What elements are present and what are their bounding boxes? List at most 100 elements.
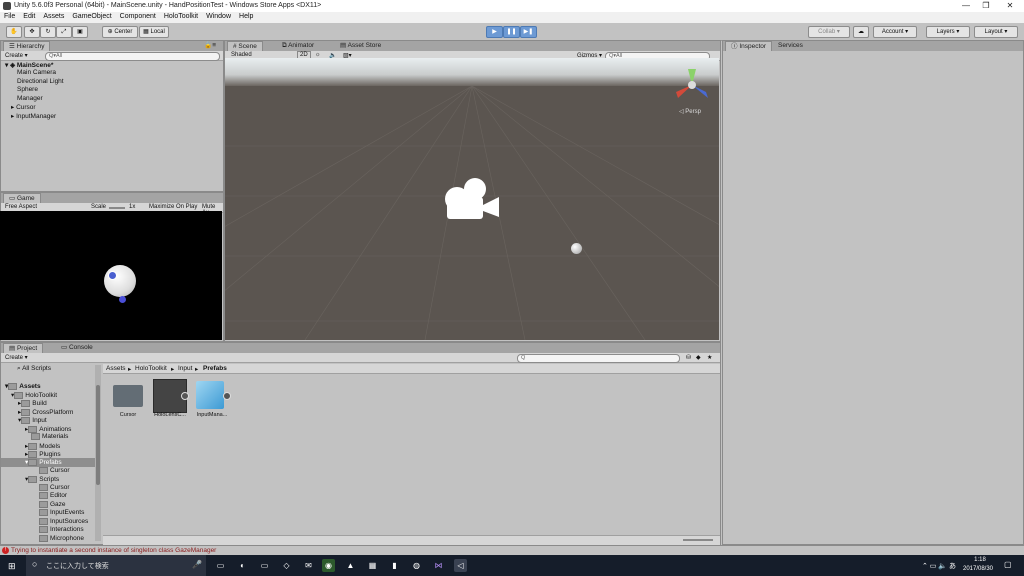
maximize-on-play-toggle[interactable]: Maximize On Play [149, 204, 197, 210]
panel-menu-icon[interactable]: 🔒≡ [199, 41, 221, 51]
tree-holotoolkit[interactable]: ▾ HoloToolkit [11, 391, 57, 399]
app-icon-2[interactable]: ◍ [410, 559, 423, 572]
collab-button[interactable]: Collab ▾ [808, 26, 850, 38]
camera-gizmo-icon[interactable] [441, 177, 503, 223]
taskbar-date[interactable]: 2017/08/30 [958, 566, 998, 572]
edge-browser-icon[interactable]: ◐ [236, 559, 249, 572]
tray-icons[interactable]: ⌃ ▭ 🔈 あ [922, 561, 956, 571]
favorite-all-scripts[interactable]: ⌕ All Scripts [17, 365, 51, 373]
asset-inputmanager[interactable]: InputMana... [193, 379, 231, 421]
tab-animator[interactable]: ⧉ Animator [277, 41, 319, 51]
scene-viewport[interactable]: ◁ Persp [225, 58, 719, 340]
menu-file[interactable]: File [0, 12, 19, 20]
tab-asset-store[interactable]: ▤ Asset Store [335, 41, 386, 51]
hierarchy-item-directional-light[interactable]: Directional Light [17, 78, 64, 85]
scene-root-item[interactable]: ▾ ◈ MainScene* [5, 61, 53, 69]
tree-scrollbar[interactable] [95, 365, 101, 541]
tree-animations[interactable]: ▸ Animations [25, 425, 71, 433]
tree-inputevents[interactable]: InputEvents [39, 509, 84, 516]
expand-arrow-icon[interactable] [223, 392, 231, 400]
tree-crossplatform[interactable]: ▸ CrossPlatform [18, 408, 73, 416]
explorer-folder-icon[interactable]: ▭ [258, 559, 271, 572]
game-viewport[interactable] [0, 211, 222, 340]
account-dropdown[interactable]: Account ▾ [873, 26, 917, 38]
tab-project[interactable]: ▤ Project [3, 343, 44, 353]
tab-console[interactable]: ▭ Console [56, 343, 98, 353]
menu-gameobject[interactable]: GameObject [68, 12, 115, 20]
menu-component[interactable]: Component [116, 12, 160, 20]
play-button[interactable]: ▶ [486, 26, 503, 38]
tree-materials[interactable]: Materials [31, 433, 68, 440]
rotate-tool-icon[interactable]: ↻ [40, 26, 56, 38]
tree-scrollbar-thumb[interactable] [96, 385, 100, 485]
taskbar-search-box[interactable]: ○ ここに入力して検索 🎤 [26, 555, 206, 576]
scale-tool-icon[interactable]: ⤢ [56, 26, 72, 38]
favorite-star-icon[interactable]: ★ [707, 354, 712, 361]
tree-inputsources[interactable]: InputSources [39, 518, 88, 525]
tree-interactions[interactable]: Interactions [39, 526, 84, 533]
tab-inspector[interactable]: ⓘ Inspector [725, 41, 773, 51]
menu-window[interactable]: Window [202, 12, 235, 20]
breadcrumb-input[interactable]: Input [178, 365, 192, 372]
rect-tool-icon[interactable]: ▣ [72, 26, 88, 38]
app-icon[interactable]: ▦ [366, 559, 379, 572]
maximize-button[interactable]: ❐ [976, 0, 996, 12]
hierarchy-item-main-camera[interactable]: Main Camera [17, 69, 56, 76]
tree-microphone[interactable]: Microphone [39, 535, 84, 542]
tab-game[interactable]: ▭ Game [3, 193, 41, 203]
microphone-icon[interactable]: 🎤 [192, 560, 202, 569]
tree-assets[interactable]: ▾ Assets [5, 382, 41, 390]
menu-assets[interactable]: Assets [39, 12, 68, 20]
notification-icon[interactable]: ▢ [1004, 560, 1012, 569]
layers-dropdown[interactable]: Layers ▾ [926, 26, 970, 38]
filter-label-icon[interactable]: ◆ [696, 354, 701, 361]
hand-tool-icon[interactable]: ✋ [6, 26, 22, 38]
breadcrumb-prefabs[interactable]: Prefabs [203, 365, 227, 372]
mail-icon[interactable]: ✉ [302, 559, 315, 572]
filter-type-icon[interactable]: ⛁ [686, 354, 691, 361]
windows-start-icon[interactable]: ⊞ [8, 561, 16, 572]
tree-plugins[interactable]: ▸ Plugins [25, 450, 61, 458]
aspect-dropdown[interactable]: Free Aspect [5, 204, 37, 210]
layout-dropdown[interactable]: Layout ▾ [974, 26, 1018, 38]
tree-scripts[interactable]: ▾ Scripts [25, 475, 59, 483]
tab-scene[interactable]: # Scene [227, 41, 263, 51]
task-view-icon[interactable]: ▭ [214, 559, 227, 572]
expand-arrow-icon[interactable] [181, 392, 189, 400]
tree-build[interactable]: ▸ Build [18, 399, 47, 407]
tree-scripts-cursor[interactable]: Cursor [39, 484, 70, 491]
icon-size-slider[interactable] [683, 539, 713, 541]
move-tool-icon[interactable]: ✥ [24, 26, 40, 38]
project-create-button[interactable]: Create ▾ [5, 354, 28, 361]
cloud-icon[interactable]: ☁ [853, 26, 869, 38]
notes-icon[interactable]: ▮ [388, 559, 401, 572]
project-search-input[interactable]: Q [517, 354, 680, 363]
tree-models[interactable]: ▸ Models [25, 442, 60, 450]
menu-help[interactable]: Help [235, 12, 257, 20]
hierarchy-item-cursor[interactable]: ▸ Cursor [11, 103, 36, 111]
close-button[interactable]: ✕ [1000, 0, 1020, 12]
pivot-center-button[interactable]: ⊕ Center [102, 26, 138, 38]
visual-studio-icon[interactable]: ⋈ [432, 559, 445, 572]
hierarchy-create-button[interactable]: Create ▾ [5, 52, 28, 59]
scale-slider[interactable] [109, 207, 125, 209]
asset-cursor[interactable]: Cursor [111, 381, 145, 421]
sphere-object[interactable] [571, 243, 582, 254]
chrome-icon[interactable]: ◉ [322, 559, 335, 572]
tab-services[interactable]: Services [773, 41, 808, 51]
taskbar-time[interactable]: 1:18 [962, 557, 998, 563]
store-icon[interactable]: ◇ [280, 559, 293, 572]
breadcrumb-assets[interactable]: Assets [106, 365, 126, 372]
hierarchy-item-inputmanager[interactable]: ▸ InputManager [11, 112, 56, 120]
tab-hierarchy[interactable]: ☰ Hierarchy [3, 41, 51, 51]
menu-edit[interactable]: Edit [19, 12, 39, 20]
pause-button[interactable]: ❚❚ [503, 26, 520, 38]
steam-icon[interactable]: ▲ [344, 559, 357, 572]
hierarchy-item-manager[interactable]: Manager [17, 95, 43, 102]
persp-label[interactable]: ◁ Persp [679, 108, 701, 115]
asset-hololens-camera[interactable]: HoloLensC... [151, 379, 189, 421]
tree-prefabs[interactable]: ▾ Prefabs [1, 458, 95, 467]
pivot-local-button[interactable]: ▦ Local [139, 26, 169, 38]
tree-gaze[interactable]: Gaze [39, 501, 66, 508]
hierarchy-search-input[interactable]: Q▾All [45, 52, 220, 61]
